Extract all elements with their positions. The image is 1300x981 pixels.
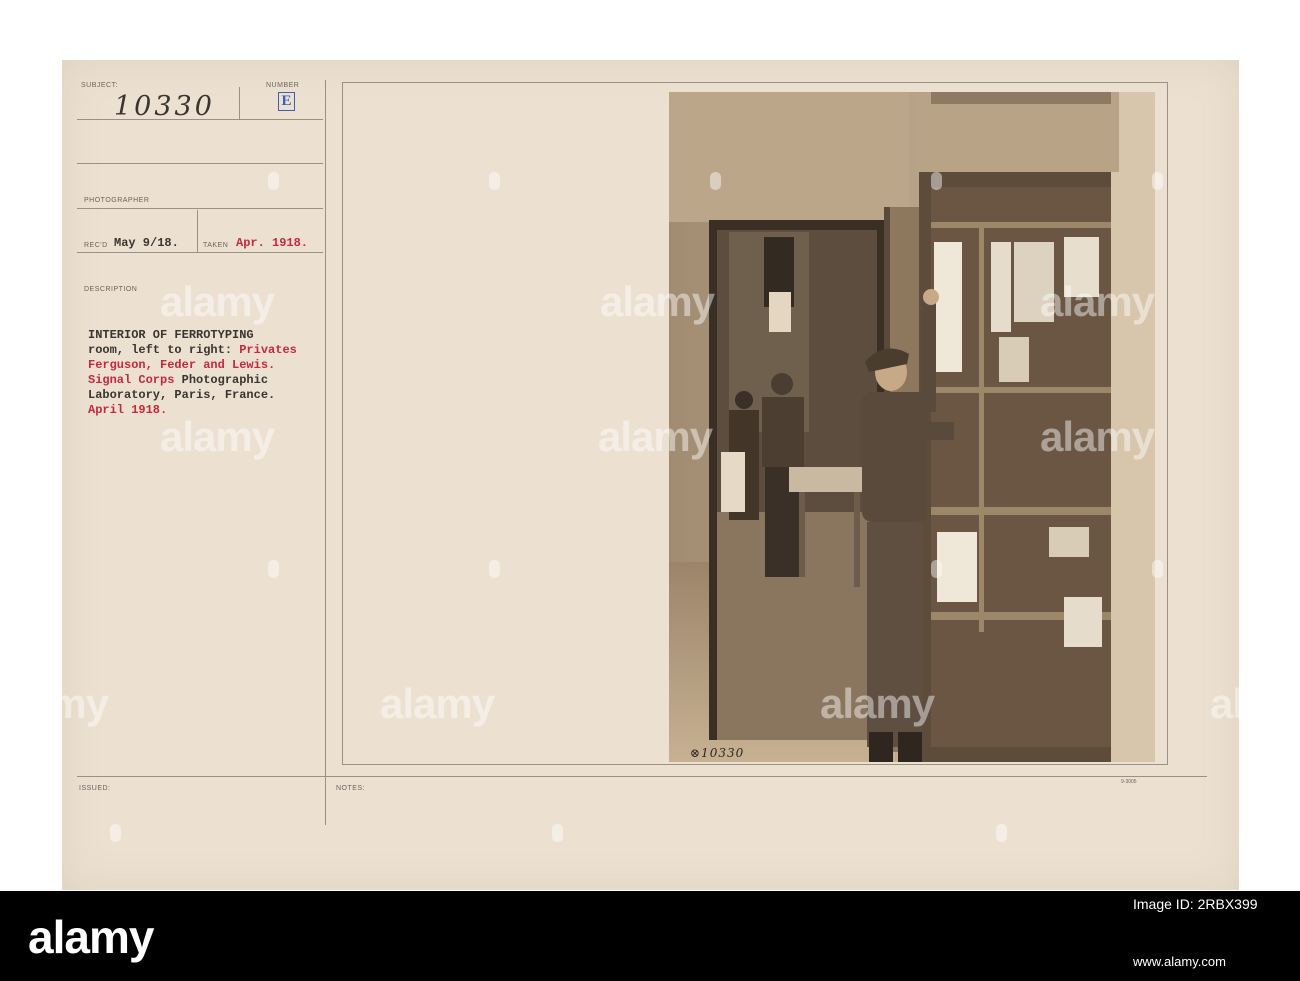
notes-label: NOTES: — [336, 785, 366, 792]
rule-recd-divider — [197, 210, 198, 252]
rule-subject-divider — [239, 87, 240, 119]
description-line-6: April 1918. — [88, 403, 168, 417]
rule-photographer-top — [77, 163, 323, 164]
description-line-2: room, left to right: Privates — [88, 343, 297, 358]
taken-label: TAKEN — [203, 242, 229, 249]
photograph-illustration — [669, 92, 1155, 762]
description-line-4b: Photographic — [181, 373, 269, 387]
description-line-1: INTERIOR OF FERROTYPING — [88, 328, 254, 342]
description-label: DESCRIPTION — [84, 286, 138, 293]
footer-logo: alamy — [28, 911, 154, 963]
taken-value: Apr. 1918. — [236, 236, 309, 250]
description-line-2a: room, left to right: — [88, 343, 240, 357]
footer-bar — [0, 891, 1300, 981]
description-line-2b: Privates — [239, 343, 297, 357]
description-line-4a: Signal Corps — [88, 373, 182, 387]
photograph — [669, 92, 1155, 762]
subject-label: SUBJECT: — [81, 82, 119, 89]
rule-left-column — [325, 80, 326, 825]
image-id: Image ID: 2RBX399 — [1133, 896, 1258, 912]
rule-photographer-bottom — [77, 208, 323, 209]
description-line-4: Signal Corps Photographic — [88, 373, 297, 388]
site-url[interactable]: www.alamy.com — [1133, 954, 1226, 969]
subject-number: 10330 — [114, 91, 215, 122]
description-line-3: Ferguson, Feder and Lewis. — [88, 358, 276, 372]
description-text: INTERIOR OF FERROTYPING room, left to ri… — [88, 328, 297, 418]
rule-recd-bottom — [77, 252, 323, 253]
number-label: NUMBER — [266, 82, 300, 89]
notes-panel-right — [1167, 82, 1168, 764]
recd-label: REC'D — [84, 242, 108, 249]
photographer-label: PHOTOGRAPHER — [84, 197, 150, 204]
number-letter-stamp: E — [278, 92, 295, 111]
watermark-dot-7 — [45, 560, 56, 578]
photo-caption: ⊗10330 — [690, 746, 745, 760]
issued-label: ISSUED: — [79, 785, 111, 792]
description-line-5: Laboratory, Paris, France. — [88, 388, 276, 402]
notes-panel-bottom — [342, 764, 1168, 765]
rule-issued-line — [77, 776, 1207, 777]
recd-value: May 9/18. — [114, 236, 179, 250]
notes-panel-border — [342, 82, 343, 764]
notes-panel-top — [342, 82, 1168, 83]
form-code: 9-3005 — [1121, 779, 1137, 785]
watermark-dot-1 — [45, 172, 56, 190]
